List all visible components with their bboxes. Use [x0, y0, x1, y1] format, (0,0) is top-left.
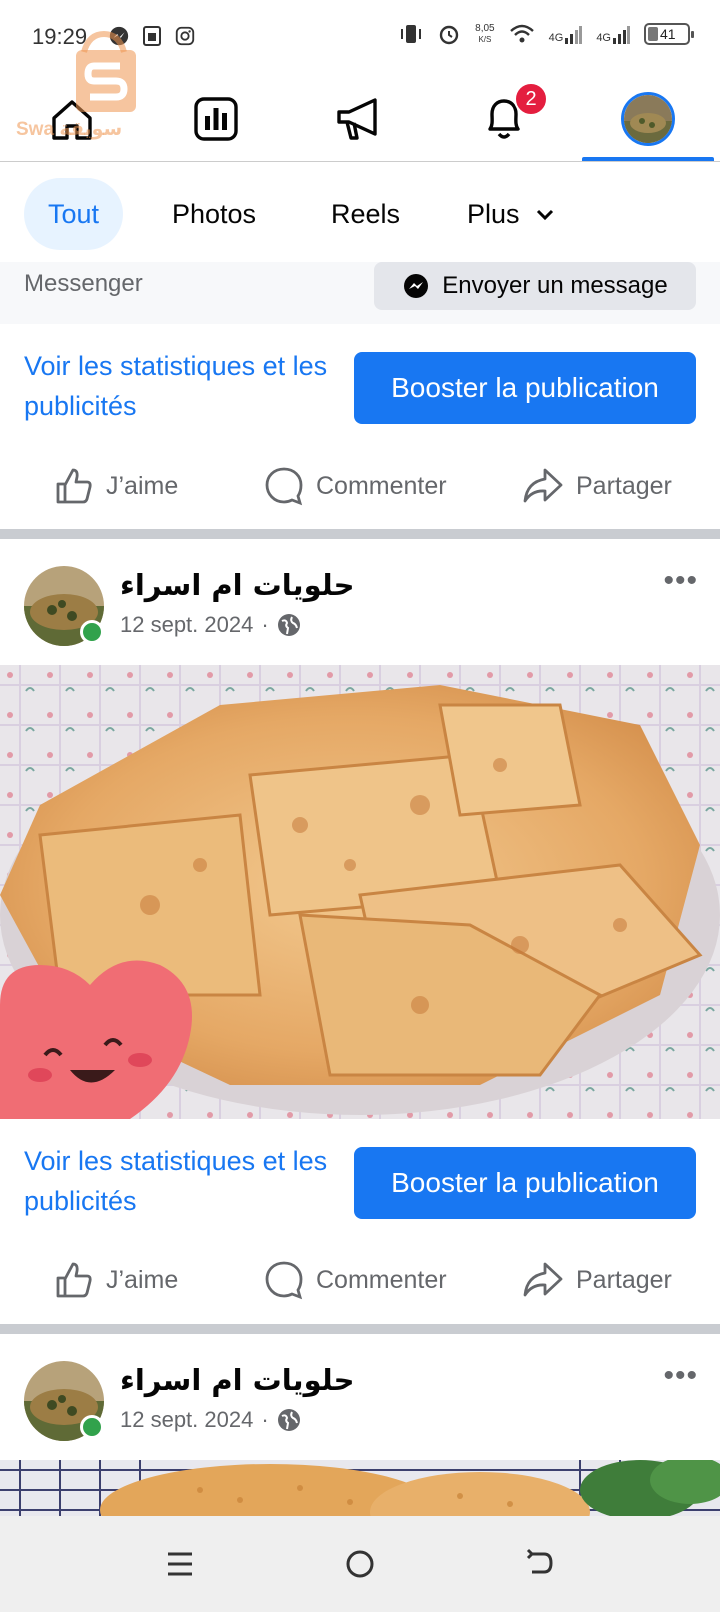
- network-speed: 8,05 K/S: [475, 23, 495, 44]
- messenger-row: Messenger Envoyer un message: [0, 262, 720, 324]
- online-status-dot: [80, 1415, 104, 1439]
- instagram-icon: [175, 26, 195, 46]
- chevron-down-icon: [536, 209, 553, 221]
- messenger-label: Messenger: [24, 270, 143, 297]
- nav-dashboard[interactable]: [144, 78, 288, 160]
- filter-tabs: Tout Photos Reels Plus: [0, 176, 720, 252]
- post-image[interactable]: [0, 1460, 720, 1516]
- meta-separator: ·: [261, 612, 269, 637]
- post-separator: [0, 1324, 720, 1334]
- vibrate-icon: [401, 25, 422, 43]
- signal-1: 4G: [549, 24, 583, 44]
- messenger-notification-icon: [109, 26, 129, 46]
- post-header: حلويات ام اسراء 12 sept. 2024 · •••: [0, 1335, 720, 1459]
- send-message-button[interactable]: Envoyer un message: [374, 262, 696, 310]
- megaphone-icon: [337, 98, 377, 140]
- wifi-icon: [509, 24, 534, 43]
- view-stats-link[interactable]: Voir les statistiques et les publicités: [24, 1141, 334, 1221]
- post-meta: 12 sept. 2024 ·: [120, 612, 301, 638]
- nav-profile[interactable]: [576, 78, 720, 160]
- view-stats-link[interactable]: Voir les statistiques et les publicités: [24, 346, 334, 426]
- like-label: J’aime: [106, 471, 179, 500]
- nav-notifications[interactable]: [432, 78, 576, 160]
- share-icon: [523, 1262, 563, 1297]
- share-label: Partager: [576, 471, 672, 500]
- post-meta: 12 sept. 2024 ·: [120, 1407, 301, 1433]
- top-nav: 2: [0, 78, 720, 162]
- post-author[interactable]: حلويات ام اسراء: [120, 568, 355, 602]
- like-button[interactable]: J’aime: [54, 451, 178, 521]
- status-time: 19:29: [32, 24, 88, 49]
- comment-label: Commenter: [316, 471, 447, 500]
- signal-bars-icon: [565, 26, 583, 44]
- share-button[interactable]: Partager: [522, 451, 672, 521]
- notification-badge: 2: [514, 82, 548, 116]
- more-options-icon[interactable]: •••: [663, 564, 698, 598]
- sim-icon: [143, 26, 161, 46]
- more-options-icon[interactable]: •••: [663, 1359, 698, 1393]
- filter-all[interactable]: Tout: [24, 178, 124, 250]
- signal-2: 4G: [596, 24, 630, 44]
- post-separator: [0, 529, 720, 539]
- filter-more-label: Plus: [467, 198, 520, 229]
- filter-photos[interactable]: Photos: [172, 178, 256, 250]
- comment-icon: [265, 467, 303, 506]
- post-author[interactable]: حلويات ام اسراء: [120, 1363, 355, 1397]
- boost-post-button[interactable]: Booster la publication: [354, 352, 696, 424]
- post-date[interactable]: 12 sept. 2024: [120, 612, 253, 638]
- post-header: حلويات ام اسراء 12 sept. 2024 · •••: [0, 540, 720, 664]
- like-label: J’aime: [106, 1265, 179, 1294]
- online-status-dot: [80, 620, 104, 644]
- dashboard-icon: [194, 97, 238, 141]
- like-button[interactable]: J’aime: [54, 1245, 178, 1315]
- comment-icon: [265, 1261, 303, 1300]
- menu-icon: [168, 1552, 192, 1576]
- post-stats-row: Voir les statistiques et les publicités …: [0, 346, 720, 442]
- alarm-icon: [439, 25, 459, 45]
- share-icon: [523, 468, 563, 503]
- home-icon: [52, 100, 92, 140]
- back-icon: [526, 1548, 553, 1574]
- like-icon: [56, 468, 92, 504]
- circle-home-icon: [346, 1550, 374, 1578]
- battery-indicator: 41: [644, 23, 694, 45]
- globe-icon: [277, 614, 300, 636]
- status-right-icons: 8,05 K/S 4G 4G 41: [399, 22, 694, 46]
- post-action-bar: J’aime Commenter Partager: [0, 451, 720, 521]
- post-action-bar: J’aime Commenter Partager: [0, 1245, 720, 1315]
- meta-separator: ·: [261, 1407, 269, 1432]
- comment-label: Commenter: [316, 1265, 447, 1294]
- home-button[interactable]: [338, 1542, 382, 1586]
- post-image[interactable]: [0, 665, 720, 1119]
- globe-icon: [277, 1409, 300, 1431]
- messenger-icon: [404, 274, 429, 298]
- filter-reels[interactable]: Reels: [331, 178, 400, 250]
- like-icon: [56, 1262, 92, 1298]
- signal-bars-icon: [613, 26, 630, 44]
- post-date[interactable]: 12 sept. 2024: [120, 1407, 253, 1433]
- recent-apps-button[interactable]: [158, 1542, 202, 1586]
- boost-post-button[interactable]: Booster la publication: [354, 1147, 696, 1219]
- filter-more[interactable]: Plus: [467, 178, 558, 250]
- share-label: Partager: [576, 1265, 672, 1294]
- send-message-label: Envoyer un message: [442, 272, 668, 299]
- status-left-icons: [108, 25, 196, 47]
- nav-home[interactable]: [0, 78, 144, 160]
- profile-avatar: [621, 92, 675, 146]
- back-button[interactable]: [518, 1542, 562, 1586]
- comment-button[interactable]: Commenter: [264, 1245, 447, 1315]
- share-button[interactable]: Partager: [522, 1245, 672, 1315]
- status-bar: 19:29 8,05 K/S 4G 4G 41: [0, 0, 720, 72]
- active-tab-indicator: [582, 157, 714, 161]
- nav-ads[interactable]: [288, 78, 432, 160]
- comment-button[interactable]: Commenter: [264, 451, 447, 521]
- post-stats-row: Voir les statistiques et les publicités …: [0, 1141, 720, 1237]
- system-nav-bar: [0, 1516, 720, 1612]
